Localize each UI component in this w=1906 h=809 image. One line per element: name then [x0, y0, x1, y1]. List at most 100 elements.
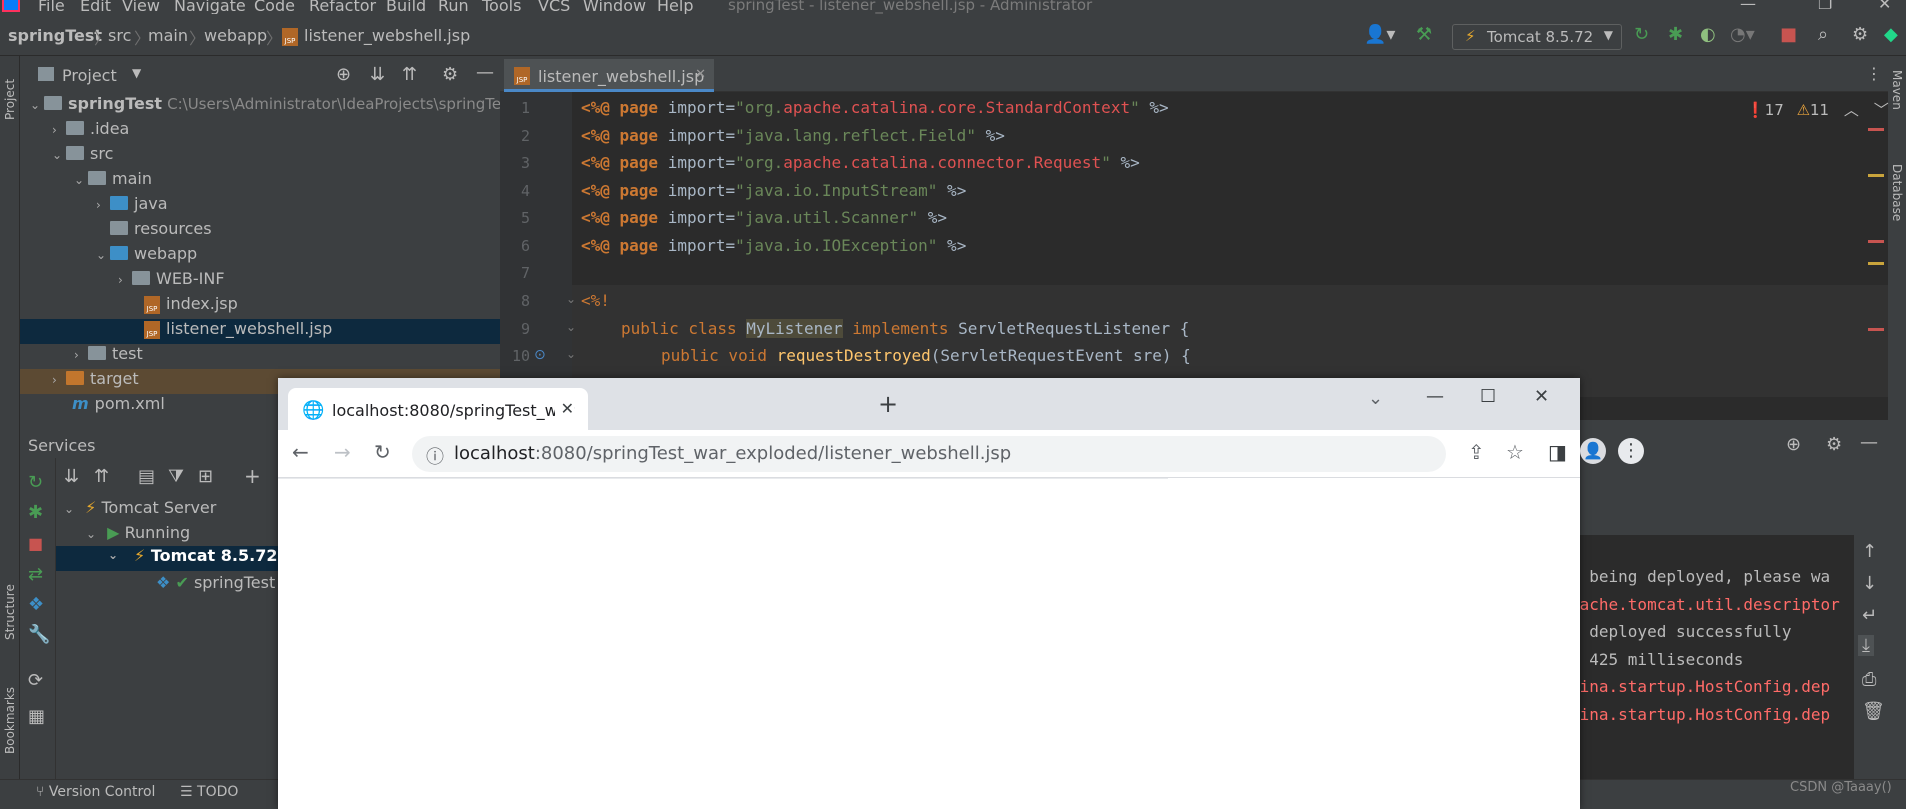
maximize-icon[interactable]: ☐ [1480, 386, 1496, 407]
layout-icon[interactable]: ▦ [28, 706, 45, 727]
close-window-icon[interactable]: ✕ [1534, 386, 1549, 407]
scroll-down-icon[interactable]: ↓ [1862, 573, 1877, 594]
print-icon[interactable]: ⎙ [1862, 669, 1876, 690]
wrench-icon[interactable]: 🔧 [28, 624, 50, 645]
clear-all-icon[interactable]: 🗑 [1862, 701, 1885, 722]
service-tomcat-server[interactable]: ⌄ ⚡ Tomcat Server [64, 498, 216, 517]
project-tool-button[interactable]: Project [3, 62, 17, 120]
bookmark-star-icon[interactable]: ☆ [1506, 440, 1524, 464]
menu-code[interactable]: Code [254, 0, 295, 14]
rerun-icon[interactable]: ↻ [1634, 24, 1649, 45]
coverage-icon[interactable]: ◐ [1700, 24, 1716, 45]
address-bar[interactable]: ⓘ localhost:8080/springTest_war_exploded… [412, 436, 1446, 472]
tree-item-resources[interactable]: resources [20, 219, 500, 244]
add-service-icon[interactable]: + [244, 464, 261, 488]
search-icon[interactable]: ⌕ [1818, 24, 1828, 45]
profile-avatar-icon[interactable]: 👤 [1580, 438, 1606, 464]
refresh-icon[interactable]: ⟳ [28, 670, 43, 691]
plugin-icon[interactable]: ◆ [1884, 24, 1898, 45]
collapse-all-icon[interactable]: ⇈ [94, 466, 109, 487]
version-control-tab[interactable]: ⑂ Version Control [36, 779, 155, 800]
tree-item-root[interactable]: ⌄ springTest C:\Users\Administrator\IdeaP… [20, 94, 515, 119]
tab-search-chevron-icon[interactable]: ⌄ [1368, 388, 1383, 409]
collapse-all-icon[interactable]: ⇈ [402, 64, 417, 85]
breadcrumb-main[interactable]: main [148, 26, 188, 45]
breadcrumb-webapp[interactable]: webapp [204, 26, 267, 45]
menu-window[interactable]: Window [583, 0, 646, 14]
build-hammer-icon[interactable]: ⚒ [1416, 24, 1432, 45]
breadcrumb-file[interactable]: JSP listener_webshell.jsp [282, 26, 470, 46]
menu-help[interactable]: Help [657, 0, 693, 14]
project-view-label[interactable]: Project [62, 66, 117, 85]
menu-edit[interactable]: Edit [80, 0, 111, 14]
close-tab-icon[interactable]: ✕ [695, 67, 706, 82]
menu-vcs[interactable]: VCS [538, 0, 570, 14]
tree-item-idea[interactable]: › .idea [20, 119, 500, 144]
tree-item-listener-webshell-jsp[interactable]: JSP listener_webshell.jsp [20, 319, 500, 344]
service-tomcat-instance[interactable]: ⌄ ⚡ Tomcat 8.5.72 [l [56, 546, 294, 571]
tree-item-index-jsp[interactable]: JSP index.jsp [20, 294, 500, 319]
tree-item-web-inf[interactable]: › WEB-INF [20, 269, 500, 294]
menu-build[interactable]: Build [386, 0, 426, 14]
menu-run[interactable]: Run [438, 0, 469, 14]
tree-item-src[interactable]: ⌄ src [20, 144, 500, 169]
browser-page-content[interactable] [278, 478, 1580, 809]
artifact-icon[interactable]: ❖ [28, 594, 44, 615]
structure-tool-button[interactable]: Structure [3, 562, 17, 640]
settings-gear-icon[interactable]: ⚙ [442, 64, 458, 85]
reload-icon[interactable]: ↻ [374, 440, 391, 464]
soft-wrap-icon[interactable]: ↵ [1862, 605, 1877, 626]
implements-gutter-icon[interactable]: ⊙ [534, 347, 546, 363]
expand-all-icon[interactable]: ⇊ [370, 64, 385, 85]
profile-icon[interactable]: ◔▾ [1730, 24, 1755, 45]
deploy-icon[interactable]: ⇄ [28, 564, 43, 585]
fold-icon[interactable]: ⌄ [566, 320, 576, 334]
next-highlight-icon[interactable]: ﹀ [1874, 101, 1889, 119]
error-stripe[interactable] [1868, 128, 1884, 131]
run-configuration-select[interactable]: ⚡ Tomcat 8.5.72 ▼ [1452, 24, 1622, 50]
expand-all-icon[interactable]: ⇊ [64, 466, 79, 487]
database-tool-button[interactable]: Database [1890, 164, 1904, 244]
forward-icon[interactable]: → [334, 440, 351, 464]
tree-item-java[interactable]: › java [20, 194, 500, 219]
hide-panel-icon[interactable]: — [476, 62, 494, 83]
inspection-widget[interactable]: ❗17 ⚠11 ︿ ﹀ [1746, 99, 1889, 120]
breadcrumb-src[interactable]: src [108, 26, 131, 45]
service-artifact[interactable]: ❖ ✔ springTest [156, 573, 275, 592]
menu-tools[interactable]: Tools [482, 0, 521, 14]
close-icon[interactable]: ✕ [1878, 0, 1891, 13]
group-by-icon[interactable]: ▤ [138, 466, 155, 487]
scroll-to-end-icon[interactable]: ⤓ [1858, 635, 1874, 656]
user-icon[interactable]: 👤▾ [1364, 24, 1395, 45]
menu-navigate[interactable]: Navigate [174, 0, 246, 14]
new-tab-icon[interactable]: ⊞ [198, 466, 213, 487]
stop-icon[interactable]: ■ [1780, 24, 1797, 45]
menu-view[interactable]: View [122, 0, 160, 14]
back-icon[interactable]: ← [292, 440, 309, 464]
site-info-icon[interactable]: ⓘ [426, 443, 444, 469]
debug-icon[interactable]: ✱ [1668, 24, 1683, 45]
stop-icon[interactable]: ■ [28, 534, 43, 553]
browser-tab[interactable]: 🌐 localhost:8080/springTest_war ✕ [288, 388, 588, 430]
tree-item-webapp[interactable]: ⌄ webapp [20, 244, 500, 269]
todo-tab[interactable]: ☰ TODO [180, 779, 238, 800]
warning-stripe[interactable] [1868, 262, 1884, 265]
locate-icon[interactable]: ⊕ [1786, 434, 1801, 455]
close-tab-icon[interactable]: ✕ [554, 399, 574, 418]
filter-icon[interactable]: ⧩ [168, 466, 184, 487]
settings-gear-icon[interactable]: ⚙ [1852, 24, 1868, 45]
minimize-icon[interactable]: — [1426, 386, 1444, 407]
locate-icon[interactable]: ⊕ [336, 64, 351, 85]
rerun-icon[interactable]: ↻ [28, 472, 43, 493]
hide-panel-icon[interactable]: — [1860, 432, 1878, 453]
warning-stripe[interactable] [1868, 174, 1884, 177]
chevron-down-icon[interactable]: ▼ [132, 66, 141, 80]
previous-highlight-icon[interactable]: ︿ [1844, 101, 1859, 119]
tree-item-test[interactable]: › test [20, 344, 500, 369]
settings-gear-icon[interactable]: ⚙ [1826, 434, 1842, 455]
share-icon[interactable]: ⇪ [1468, 440, 1485, 464]
tree-item-main[interactable]: ⌄ main [20, 169, 500, 194]
more-options-icon[interactable]: ⋮ [1866, 64, 1882, 83]
debug-icon[interactable]: ✱ [28, 502, 43, 523]
maven-tool-button[interactable]: Maven [1890, 70, 1904, 130]
